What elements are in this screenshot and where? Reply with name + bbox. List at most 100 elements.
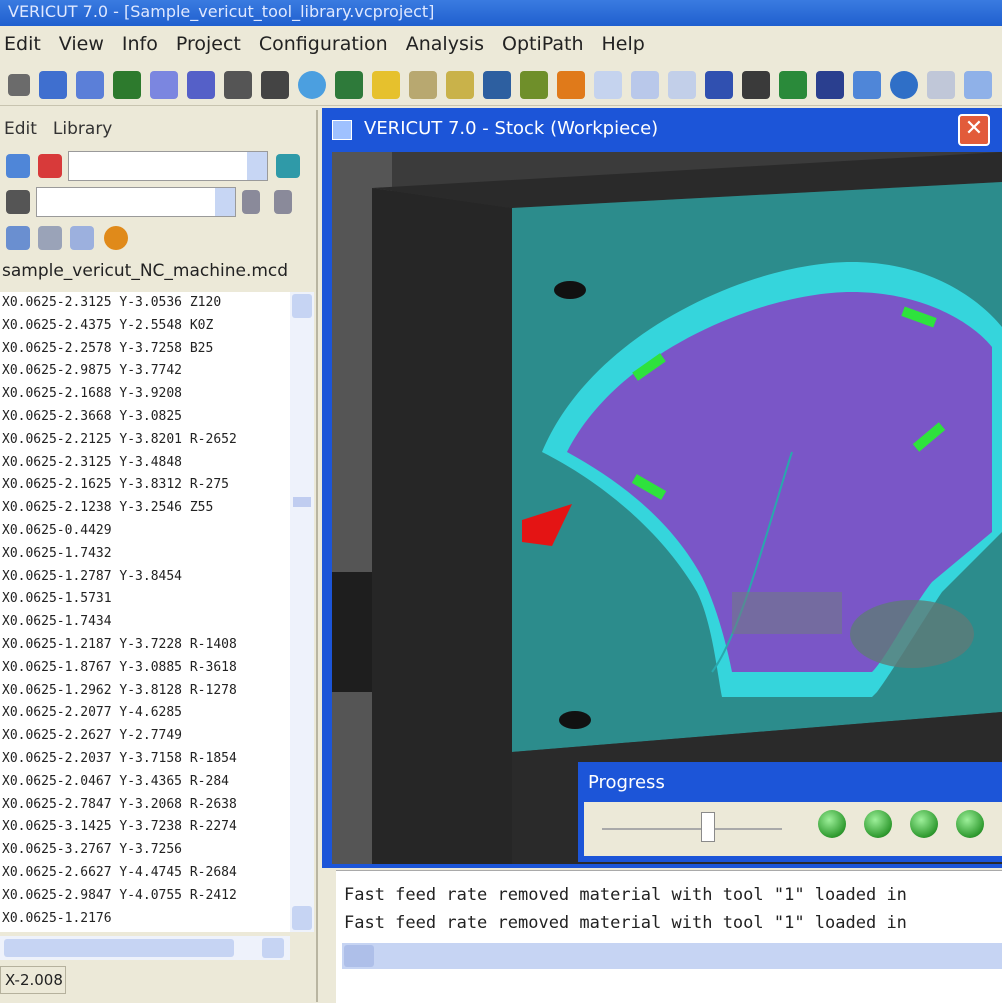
nc-line[interactable]: X0.0625-2.9875 Y-3.7742 xyxy=(0,360,290,383)
nc-line[interactable]: X0.0625-2.7847 Y-3.2068 R-2638 xyxy=(0,794,290,817)
nc-line[interactable]: X0.0625-2.3668 Y-3.0825 xyxy=(0,406,290,429)
progress-slider[interactable] xyxy=(602,828,782,830)
search-combo[interactable] xyxy=(36,187,236,217)
nc-line[interactable]: X0.0625-2.1238 Y-3.2546 Z55 xyxy=(0,497,290,520)
tool-icon[interactable] xyxy=(113,70,141,99)
zoom-in-icon[interactable] xyxy=(594,70,622,99)
grid-icon[interactable] xyxy=(150,70,178,99)
menu-configuration[interactable]: Configuration xyxy=(259,33,388,55)
nc-line[interactable]: X0.0625-2.3125 Y-3.4848 xyxy=(0,452,290,475)
machine-icon[interactable] xyxy=(335,70,363,99)
step-icon[interactable] xyxy=(6,226,30,250)
horizontal-scrollbar[interactable] xyxy=(0,936,290,960)
zoom-out-icon[interactable] xyxy=(631,70,659,99)
link-icon[interactable] xyxy=(276,154,300,178)
nc-line[interactable]: X0.0625-3.2767 Y-3.7256 xyxy=(0,839,290,862)
scroll-up-icon[interactable] xyxy=(292,294,312,318)
stop-icon[interactable] xyxy=(104,226,128,250)
scroll-thumb[interactable] xyxy=(293,497,311,507)
binoculars-icon[interactable] xyxy=(6,190,30,214)
3d-viewport[interactable] xyxy=(332,152,1002,864)
break-icon[interactable] xyxy=(38,226,62,250)
play-icon[interactable] xyxy=(779,70,807,99)
nc-line[interactable]: X0.0625-2.2077 Y-4.6285 xyxy=(0,702,290,725)
nc-line[interactable]: X0.0625-2.6627 Y-4.4745 R-2684 xyxy=(0,862,290,885)
info-icon[interactable] xyxy=(890,70,918,99)
nc-line[interactable]: X0.0625-1.2187 Y-3.7228 R-1408 xyxy=(0,634,290,657)
nc-line[interactable]: X0.0625-0.4429 xyxy=(0,520,290,543)
arrow-icon[interactable] xyxy=(742,70,770,99)
tab-library[interactable]: Library xyxy=(53,119,112,139)
table-icon[interactable] xyxy=(187,70,215,99)
folder-icon[interactable] xyxy=(372,70,400,99)
nc-line[interactable]: X0.0625-2.9847 Y-4.0755 R-2412 xyxy=(0,885,290,908)
nc-line[interactable]: X0.0625-2.2627 Y-2.7749 xyxy=(0,725,290,748)
pan-icon[interactable] xyxy=(668,70,696,99)
menu-info[interactable]: Info xyxy=(122,33,158,55)
nc-program-list[interactable]: X0.0625-2.3125 Y-3.0536 Z120 X0.0625-2.43… xyxy=(0,292,290,932)
settings-icon[interactable] xyxy=(964,70,992,99)
scroll-left-icon[interactable] xyxy=(344,945,374,967)
stack-icon[interactable] xyxy=(261,70,289,99)
scroll-right-icon[interactable] xyxy=(262,938,284,958)
nc-line[interactable]: X0.0625-2.1688 Y-3.9208 xyxy=(0,383,290,406)
nc-line[interactable]: X0.0625-2.3125 Y-3.0536 Z120 xyxy=(0,292,290,315)
vertical-scrollbar[interactable] xyxy=(290,292,314,932)
filter-icon[interactable] xyxy=(6,154,30,178)
scroll-down-icon[interactable] xyxy=(292,906,312,930)
toggle-icon[interactable] xyxy=(70,226,94,250)
chevron-down-icon[interactable] xyxy=(215,188,235,216)
nc-line[interactable]: X0.0625-2.2578 Y-3.7258 B25 xyxy=(0,338,290,361)
find-prev-icon[interactable] xyxy=(242,190,260,214)
bolt-hole xyxy=(559,711,591,729)
nc-line[interactable]: X0.0625-1.7432 xyxy=(0,543,290,566)
rewind-button[interactable] xyxy=(818,810,846,838)
model-icon[interactable] xyxy=(520,70,548,99)
menu-analysis[interactable]: Analysis xyxy=(406,33,484,55)
report-icon[interactable] xyxy=(927,70,955,99)
nc-line[interactable]: X0.0625-1.2176 xyxy=(0,908,290,931)
color-icon[interactable] xyxy=(557,70,585,99)
play-button[interactable] xyxy=(910,810,938,838)
nc-line[interactable]: X0.0625-1.5731 xyxy=(0,588,290,611)
axis-icon[interactable] xyxy=(409,70,437,99)
globe-icon[interactable] xyxy=(298,70,326,99)
find-next-icon[interactable] xyxy=(274,190,292,214)
cube-icon[interactable] xyxy=(483,70,511,99)
sim-titlebar[interactable]: VERICUT 7.0 - Stock (Workpiece) xyxy=(322,108,1002,150)
nc-line[interactable]: X0.0625-1.8767 Y-3.0885 R-3618 xyxy=(0,657,290,680)
list-icon[interactable] xyxy=(224,70,252,99)
fit-icon[interactable] xyxy=(705,70,733,99)
search-row xyxy=(0,184,316,220)
progress-thumb[interactable] xyxy=(701,812,715,842)
nc-line[interactable]: X0.0625-2.4375 Y-2.5548 K0Z xyxy=(0,315,290,338)
nc-line[interactable]: X0.0625-1.2787 Y-3.8454 xyxy=(0,566,290,589)
menu-view[interactable]: View xyxy=(59,33,104,55)
menu-edit[interactable]: Edit xyxy=(4,33,41,55)
menu-help[interactable]: Help xyxy=(602,33,645,55)
measure-icon[interactable] xyxy=(446,70,474,99)
stop-button[interactable] xyxy=(956,810,984,838)
save-icon[interactable] xyxy=(39,70,67,99)
menu-project[interactable]: Project xyxy=(176,33,241,55)
nc-line[interactable]: X0.0625-2.2037 Y-3.7158 R-1854 xyxy=(0,748,290,771)
tab-edit[interactable]: Edit xyxy=(4,119,37,139)
view-icon[interactable] xyxy=(853,70,881,99)
menu-optipath[interactable]: OptiPath xyxy=(502,33,583,55)
crosshair-icon[interactable] xyxy=(8,73,30,96)
nc-line[interactable]: X0.0625-2.2125 Y-3.8201 R-2652 xyxy=(0,429,290,452)
flag-icon[interactable] xyxy=(38,154,62,178)
close-button[interactable]: ✕ xyxy=(958,114,990,146)
nc-line[interactable]: X0.0625-2.0467 Y-3.4365 R-284 xyxy=(0,771,290,794)
nc-line[interactable]: X0.0625-2.1625 Y-3.8312 R-275 xyxy=(0,474,290,497)
scroll-thumb[interactable] xyxy=(4,939,234,957)
shield-icon[interactable] xyxy=(816,70,844,99)
nc-line[interactable]: X0.0625-1.2962 Y-3.8128 R-1278 xyxy=(0,680,290,703)
chevron-down-icon[interactable] xyxy=(247,152,267,180)
log-scrollbar[interactable] xyxy=(342,943,1002,969)
nc-line[interactable]: X0.0625-3.1425 Y-3.7238 R-2274 xyxy=(0,816,290,839)
nc-line[interactable]: X0.0625-1.7434 xyxy=(0,611,290,634)
filter-combo[interactable] xyxy=(68,151,268,181)
save-as-icon[interactable] xyxy=(76,70,104,99)
step-button[interactable] xyxy=(864,810,892,838)
